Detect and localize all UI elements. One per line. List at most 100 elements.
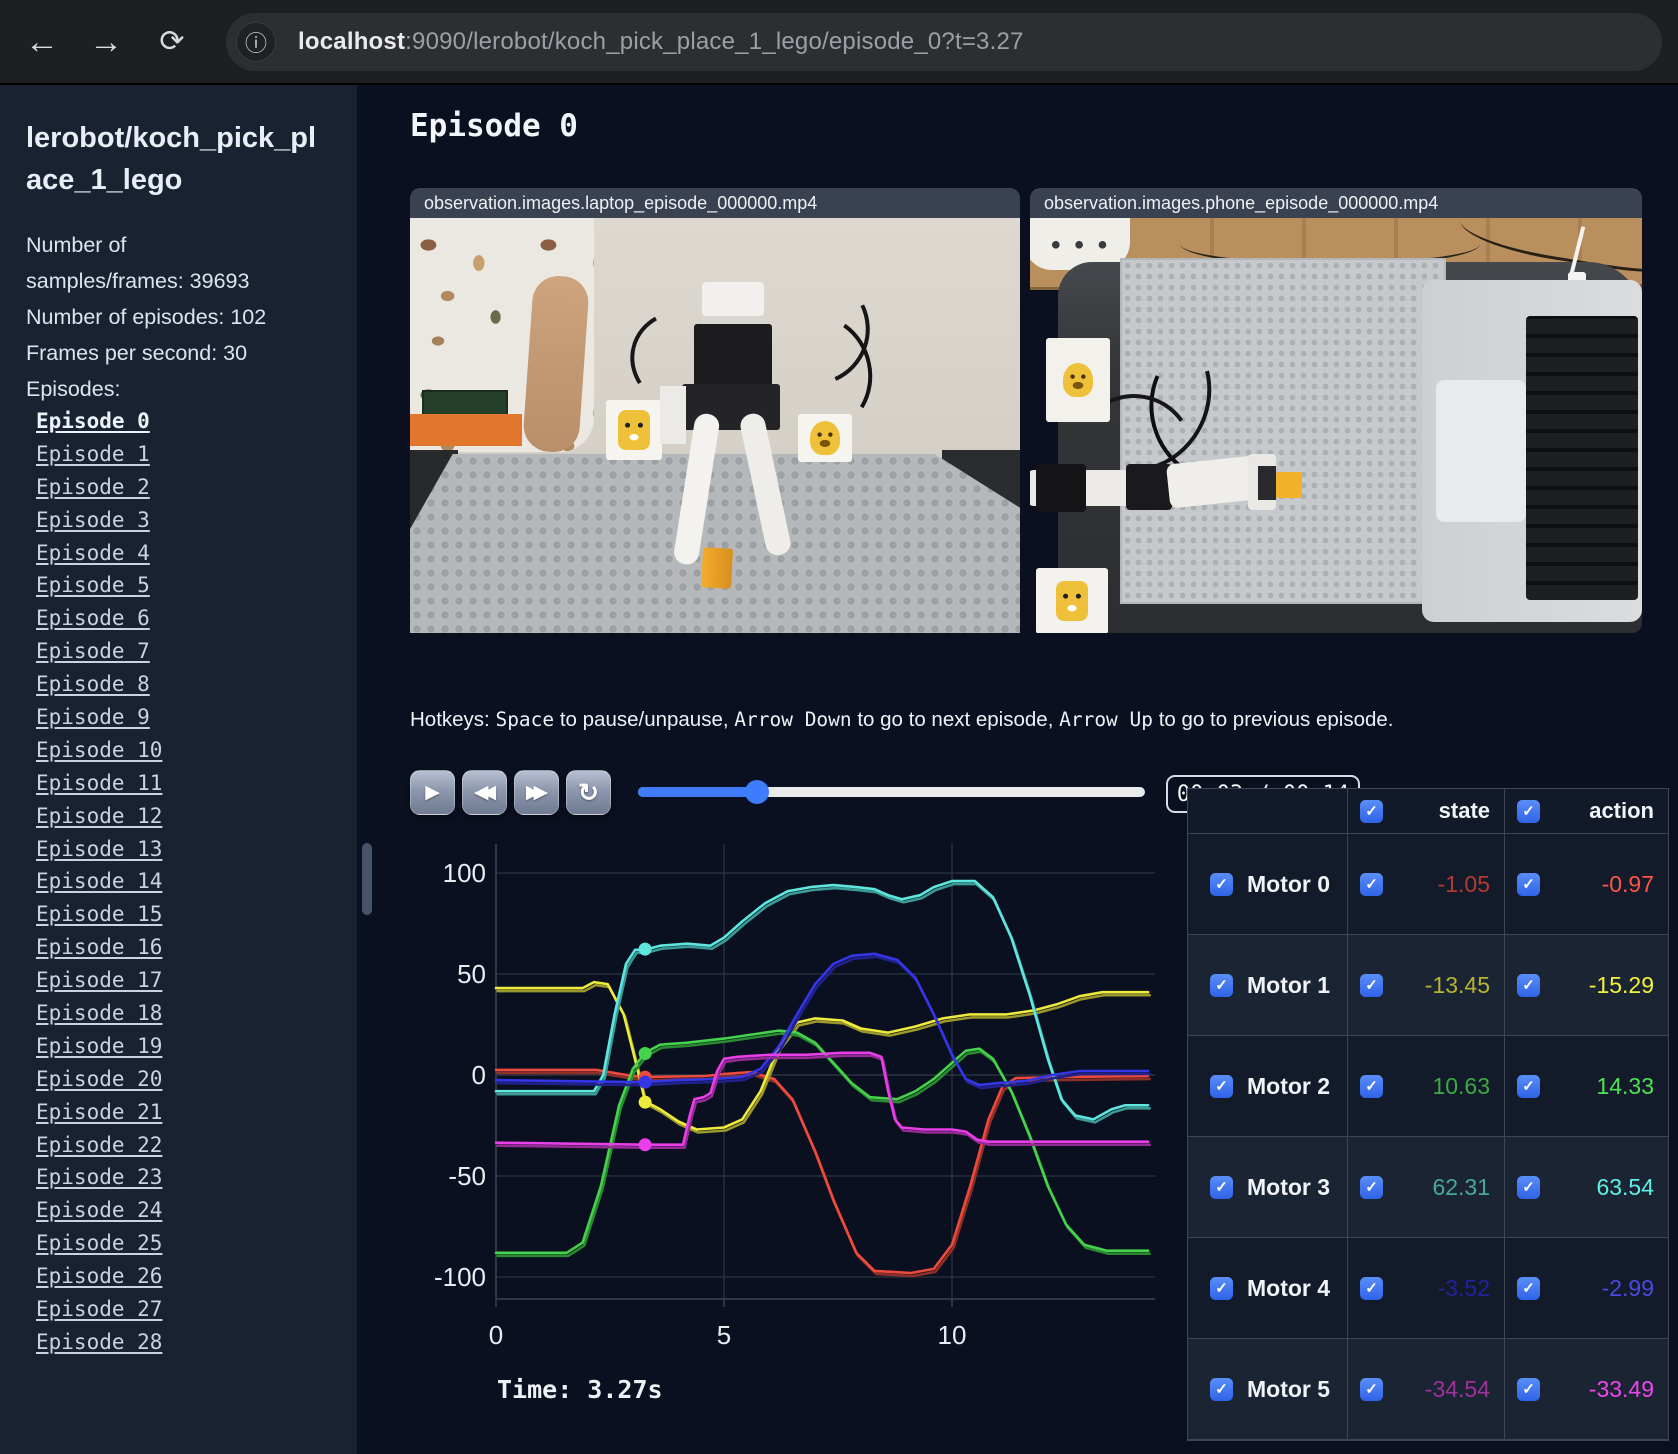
rewind-button[interactable]: ◀◀ <box>462 770 507 815</box>
action-value: 63.54 <box>1596 1173 1654 1200</box>
sidebar-item-episode-1: Episode 1 <box>36 442 357 475</box>
checkbox-checked[interactable]: ✓ <box>1360 1377 1383 1401</box>
seek-slider[interactable] <box>638 780 1145 804</box>
episode-link[interactable]: Episode 4 <box>36 541 150 565</box>
episode-link[interactable]: Episode 8 <box>36 672 150 696</box>
video-caption-laptop: observation.images.laptop_episode_000000… <box>410 188 1020 218</box>
episode-link[interactable]: Episode 23 <box>36 1165 162 1189</box>
checkbox-checked[interactable]: ✓ <box>1360 1276 1383 1300</box>
state-value: -1.05 <box>1437 870 1490 897</box>
episode-link[interactable]: Episode 19 <box>36 1034 162 1058</box>
episode-link[interactable]: Episode 28 <box>36 1330 162 1354</box>
episode-link[interactable]: Episode 15 <box>36 902 162 926</box>
episode-link[interactable]: Episode 16 <box>36 935 162 959</box>
checkbox-checked[interactable]: ✓ <box>1517 1175 1540 1199</box>
sidebar-item-episode-4: Episode 4 <box>36 541 357 574</box>
table-corner-cell <box>1188 789 1348 834</box>
episode-link[interactable]: Episode 5 <box>36 573 150 597</box>
loop-button[interactable]: ↻ <box>566 770 611 815</box>
hotkey-text: to go to next episode, <box>851 708 1060 731</box>
episode-link[interactable]: Episode 18 <box>36 1001 162 1025</box>
checkbox-checked[interactable]: ✓ <box>1210 1276 1233 1300</box>
episode-link[interactable]: Episode 9 <box>36 705 150 729</box>
sidebar-item-episode-2: Episode 2 <box>36 475 357 508</box>
x-axis-tick-label: 10 <box>938 1320 967 1350</box>
episode-link[interactable]: Episode 7 <box>36 639 150 663</box>
hotkey-key: Space <box>495 708 555 731</box>
scene-circuit-board <box>422 390 508 416</box>
fast-forward-button[interactable]: ▶▶ <box>514 770 559 815</box>
hug-emoji-sticker <box>1063 363 1093 397</box>
series-state-motor-1 <box>496 983 1151 1134</box>
back-icon[interactable]: ← <box>18 18 66 66</box>
reload-icon[interactable]: ⟳ <box>148 18 196 66</box>
checkbox-checked[interactable]: ✓ <box>1517 1074 1540 1098</box>
video-laptop[interactable] <box>410 218 1020 633</box>
checkbox-checked[interactable]: ✓ <box>1360 799 1383 823</box>
chart-time-label: Time: 3.27s <box>497 1375 663 1404</box>
hotkey-text: Hotkeys: <box>410 708 496 731</box>
scene-yellow-lego-brick <box>1276 472 1302 498</box>
checkbox-checked[interactable]: ✓ <box>1360 973 1383 997</box>
stat-fps: Frames per second: 30 <box>26 341 248 365</box>
episode-link[interactable]: Episode 11 <box>36 771 162 795</box>
scene-lego-baseplate <box>410 454 1020 633</box>
motor-label: Motor 5 <box>1247 1375 1331 1402</box>
checkbox-checked[interactable]: ✓ <box>1210 872 1233 896</box>
checkbox-checked[interactable]: ✓ <box>1517 1276 1540 1300</box>
checkbox-checked[interactable]: ✓ <box>1360 1074 1383 1098</box>
checkbox-checked[interactable]: ✓ <box>1210 1074 1233 1098</box>
scene-panda-box <box>606 400 662 460</box>
episode-link[interactable]: Episode 21 <box>36 1100 162 1124</box>
play-button[interactable]: ▶ <box>410 770 455 815</box>
episode-link[interactable]: Episode 13 <box>36 837 162 861</box>
episode-link[interactable]: Episode 25 <box>36 1231 162 1255</box>
address-bar[interactable]: ⓘ localhost:9090/lerobot/koch_pick_place… <box>226 13 1662 71</box>
forward-icon[interactable]: → <box>82 18 130 66</box>
sidebar-item-episode-19: Episode 19 <box>36 1034 357 1067</box>
checkbox-checked[interactable]: ✓ <box>1517 973 1540 997</box>
site-info-icon[interactable]: ⓘ <box>236 22 276 62</box>
checkbox-checked[interactable]: ✓ <box>1360 1175 1383 1199</box>
episode-link[interactable]: Episode 22 <box>36 1133 162 1157</box>
motor-label: Motor 3 <box>1247 1173 1331 1200</box>
episode-link[interactable]: Episode 20 <box>36 1067 162 1091</box>
episode-link[interactable]: Episode 26 <box>36 1264 162 1288</box>
robot-body <box>694 324 772 386</box>
episode-link[interactable]: Episode 27 <box>36 1297 162 1321</box>
panda-sticker <box>618 410 650 450</box>
seek-slider-fill <box>638 787 757 797</box>
scene-orange-lego-brick <box>700 547 734 589</box>
checkbox-checked[interactable]: ✓ <box>1517 1377 1540 1401</box>
episode-link[interactable]: Episode 10 <box>36 738 162 762</box>
episode-link[interactable]: Episode 3 <box>36 508 150 532</box>
episode-link[interactable]: Episode 6 <box>36 606 150 630</box>
sidebar-item-episode-20: Episode 20 <box>36 1067 357 1100</box>
episode-link[interactable]: Episode 2 <box>36 475 150 499</box>
checkbox-checked[interactable]: ✓ <box>1210 973 1233 997</box>
motor-timeseries-chart[interactable]: 100500-50-1000 5 10Time: 3.27s <box>400 830 1190 1420</box>
sidebar-item-episode-6: Episode 6 <box>36 606 357 639</box>
y-axis-tick-label: -50 <box>448 1161 486 1191</box>
episode-link[interactable]: Episode 0 <box>36 409 150 433</box>
hotkey-key: Arrow Down <box>734 708 852 731</box>
episode-link[interactable]: Episode 12 <box>36 804 162 828</box>
episode-link[interactable]: Episode 17 <box>36 968 162 992</box>
seek-slider-thumb[interactable] <box>744 780 769 804</box>
checkbox-checked[interactable]: ✓ <box>1360 872 1383 896</box>
checkbox-checked[interactable]: ✓ <box>1210 1377 1233 1401</box>
sidebar-item-episode-10: Episode 10 <box>36 738 357 771</box>
sidebar-item-episode-14: Episode 14 <box>36 869 357 902</box>
checkbox-checked[interactable]: ✓ <box>1210 1175 1233 1199</box>
checkbox-checked[interactable]: ✓ <box>1517 872 1540 896</box>
video-phone[interactable] <box>1030 218 1642 633</box>
episode-link[interactable]: Episode 14 <box>36 869 162 893</box>
sidebar-item-episode-9: Episode 9 <box>36 705 357 738</box>
sidebar-scrollbar-thumb[interactable] <box>362 843 372 915</box>
episode-link[interactable]: Episode 24 <box>36 1198 162 1222</box>
hotkey-text: to go to previous episode. <box>1153 708 1394 731</box>
robot-servo <box>1126 464 1172 510</box>
checkbox-checked[interactable]: ✓ <box>1517 799 1540 823</box>
robot-gripper-pad <box>1258 466 1276 500</box>
episode-link[interactable]: Episode 1 <box>36 442 150 466</box>
